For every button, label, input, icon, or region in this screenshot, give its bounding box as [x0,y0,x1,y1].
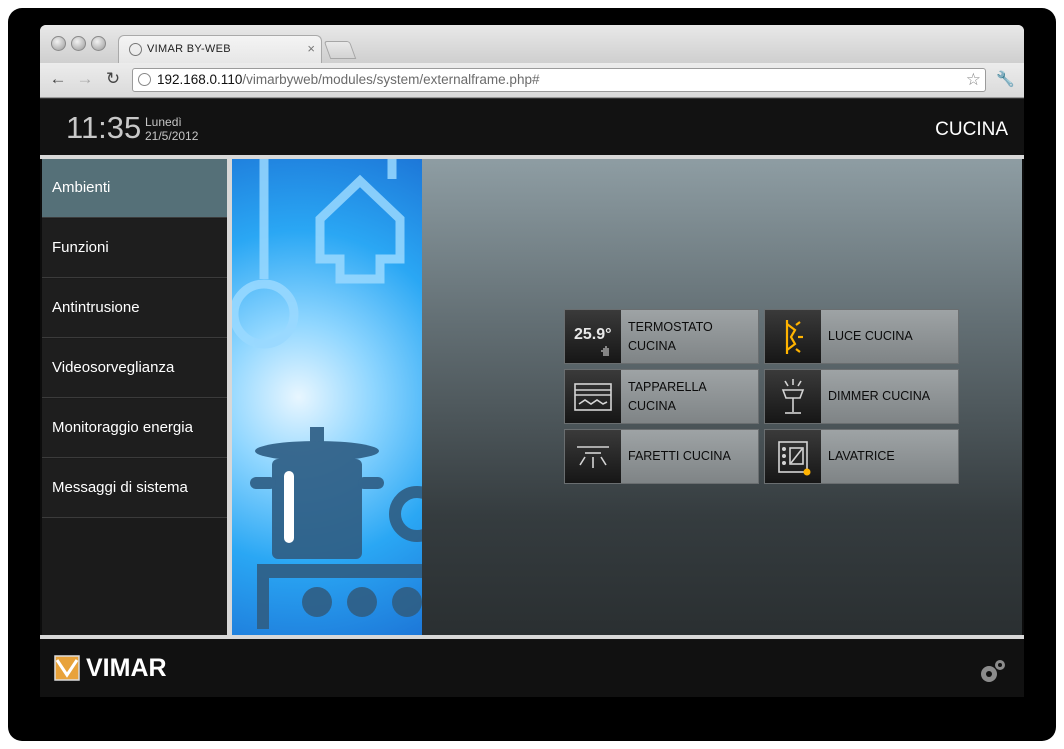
sidebar-item-label: Videosorveglianza [52,359,175,376]
sidebar-item-ambienti[interactable]: Ambienti [42,159,227,218]
dimmer-lamp-icon [781,379,805,414]
device-name: LUCE CUCINA [828,329,913,343]
globe-icon [129,43,142,56]
device-tile-termostato[interactable]: 25.9° TERMOSTATO CUCINA [564,309,759,364]
device-name: LAVATRICE [828,449,895,463]
address-bar[interactable]: 192.168.0.110/vimarbyweb/modules/system/… [132,68,986,92]
device-label: TERMOSTATO CUCINA [628,318,713,356]
washing-machine-icon [765,430,821,483]
minimize-window-button[interactable] [71,36,86,51]
brand-name: VIMAR [86,654,167,682]
url-text: 192.168.0.110/vimarbyweb/modules/system/… [157,72,539,87]
device-name-line2: CUCINA [628,339,676,353]
sidebar-item-monitoraggio-energia[interactable]: Monitoraggio energia [42,399,227,458]
kitchen-illustration [232,159,422,635]
bookmark-star-icon[interactable]: ☆ [966,70,981,90]
spotlight-icon [565,430,621,483]
reload-button[interactable]: ↻ [103,69,123,89]
browser-toolbar: ← → ↻ 192.168.0.110/vimarbyweb/modules/s… [40,63,1024,98]
zoom-window-button[interactable] [91,36,106,51]
sidebar-item-label: Funzioni [52,239,109,256]
day-name: Lunedì [145,115,182,129]
app-header: 11:35 Lunedì 21/5/2012 CUCINA [40,98,1024,156]
forward-button[interactable]: → [75,69,95,89]
device-name-line1: TAPPARELLA [628,380,707,394]
title-bar: VIMAR BY-WEB × [40,25,1024,64]
sidebar-menu: Ambienti Funzioni Antintrusione Videosor… [42,159,227,635]
washing-machine-icon [778,441,811,476]
kitchen-utensils-icon [232,159,422,629]
spotlight-icon [577,446,609,468]
url-host: 192.168.0.110 [157,72,243,87]
gear-icon[interactable] [978,657,1008,685]
device-name-line2: CUCINA [628,399,676,413]
clock-time: 11:35 [66,110,142,145]
sidebar-item-label: Ambienti [52,179,111,196]
new-tab-button[interactable] [323,41,357,59]
url-path: /vimarbyweb/modules/system/externalframe… [242,72,540,87]
sidebar-item-label: Messaggi di sistema [52,479,188,496]
device-name: FARETTI CUCINA [628,449,731,463]
dimmer-lamp-icon [765,370,821,423]
globe-icon [138,73,151,86]
light-on-icon [785,320,803,354]
app-footer: VIMAR [40,639,1024,697]
date-text: 21/5/2012 [145,129,199,143]
device-name: DIMMER CUCINA [828,389,931,403]
device-tile-lavatrice[interactable]: LAVATRICE [764,429,959,484]
room-title: CUCINA [935,119,1008,140]
device-tile-luce[interactable]: LUCE CUCINA [764,309,959,364]
sidebar-item-funzioni[interactable]: Funzioni [42,219,227,278]
app-page: 11:35 Lunedì 21/5/2012 CUCINA Ambienti F… [40,98,1024,697]
vimar-logo-icon [54,655,80,681]
shutter-icon [565,370,621,423]
hand-icon [601,346,609,356]
device-tile-dimmer[interactable]: DIMMER CUCINA [764,369,959,424]
thermostat-icon: 25.9° [565,310,621,363]
shutter-icon [574,383,612,411]
sidebar-item-label: Monitoraggio energia [52,419,193,436]
sidebar-item-messaggi-di-sistema[interactable]: Messaggi di sistema [42,459,227,518]
light-bulb-icon [765,310,821,363]
back-button[interactable]: ← [48,69,68,89]
device-tile-tapparella[interactable]: TAPPARELLA CUCINA [564,369,759,424]
tab-title: VIMAR BY-WEB [147,43,231,55]
close-window-button[interactable] [51,36,66,51]
tab-close-button[interactable]: × [307,41,315,56]
sidebar-item-label: Antintrusione [52,299,140,316]
wrench-icon[interactable]: 🔧 [996,70,1015,88]
device-name-line1: TERMOSTATO [628,320,713,334]
device-tile-faretti[interactable]: FARETTI CUCINA [564,429,759,484]
sidebar-item-videosorveglianza[interactable]: Videosorveglianza [42,339,227,398]
browser-window: VIMAR BY-WEB × ← → ↻ 192.168.0.110/vimar… [40,25,1024,697]
sidebar-item-antintrusione[interactable]: Antintrusione [42,279,227,338]
device-label: TAPPARELLA CUCINA [628,378,707,416]
browser-tab[interactable]: VIMAR BY-WEB × [118,35,322,64]
room-devices-panel: 25.9° TERMOSTATO CUCINA LUCE CUCINA TAPP… [422,159,1022,635]
